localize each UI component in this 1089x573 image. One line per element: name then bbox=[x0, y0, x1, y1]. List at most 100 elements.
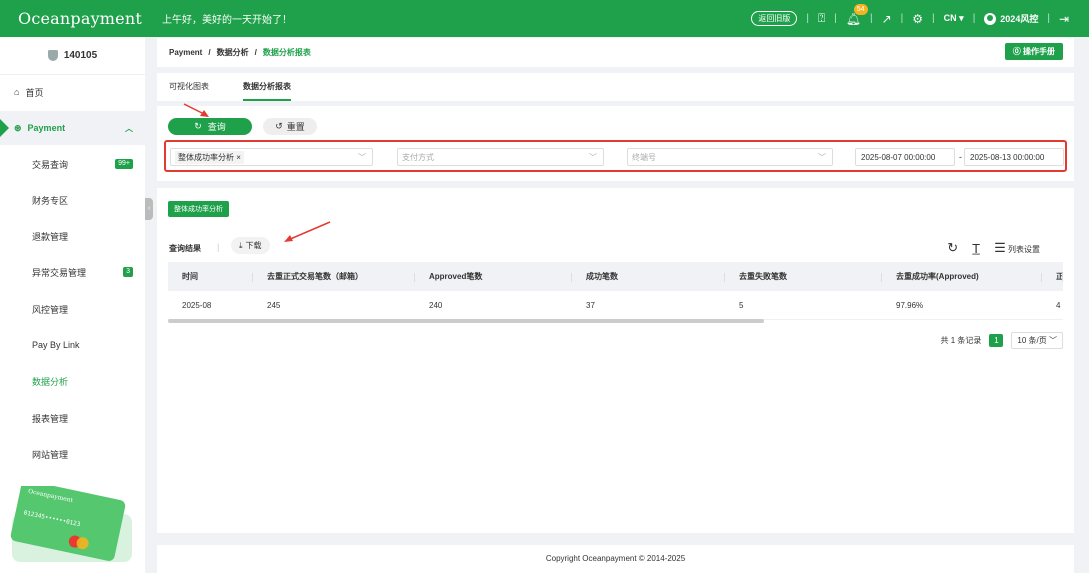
top-right-toolbar: 返回旧版 | ⍰ | 🔔︎ 54 | ↗ | ⚙ | CN ▾ | 2024风控 … bbox=[751, 0, 1069, 37]
breadcrumb-separator: / bbox=[254, 48, 257, 57]
column-header: 去重成功率(Approved) bbox=[882, 271, 1042, 282]
search-panel: ↻ 查询 ↺ 重置 整体成功率分析 × ﹀ 支付方式 ﹀ 终端号 ﹀ 2025-08… bbox=[157, 106, 1074, 181]
help-icon[interactable]: ⍰ bbox=[818, 11, 825, 26]
sidebar-item-data-analysis[interactable]: 数据分析 bbox=[0, 364, 145, 398]
tab-bar: 可视化图表 数据分析报表 bbox=[157, 73, 1074, 101]
footer: Copyright Oceanpayment © 2014-2025 bbox=[157, 545, 1074, 573]
divider: | bbox=[870, 13, 873, 24]
divider: | bbox=[900, 13, 904, 24]
download-button[interactable]: ⤓ 下载 bbox=[231, 237, 270, 254]
collapse-sidebar-button[interactable]: ‹ bbox=[145, 198, 153, 220]
chevron-down-icon: ﹀ bbox=[589, 152, 597, 162]
count-badge: 3 bbox=[123, 267, 133, 277]
tab-report[interactable]: 数据分析报表 bbox=[243, 73, 291, 101]
page-size-select[interactable]: 10 条/页 ﹀ bbox=[1011, 332, 1063, 349]
column-settings-label: 列表设置 bbox=[1008, 245, 1040, 254]
report-type-select[interactable]: 整体成功率分析 × ﹀ bbox=[170, 148, 373, 166]
result-table: 时间 去重正式交易笔数（邮箱） Approved笔数 成功笔数 去重失败笔数 去… bbox=[168, 262, 1063, 320]
top-bar: Oceanpayment 上午好，美好的一天开始了！ 返回旧版 | ⍰ | 🔔︎… bbox=[0, 0, 1089, 37]
sidebar-item-label: 风控管理 bbox=[32, 304, 69, 315]
table-cell: 2025-08 bbox=[182, 300, 212, 310]
end-date-input[interactable]: 2025-08-13 00:00:00 bbox=[964, 148, 1064, 166]
sidebar-item-pay-by-link[interactable]: Pay By Link bbox=[0, 328, 145, 362]
sidebar-item-label: 网站管理 bbox=[32, 449, 69, 460]
sidebar-item-label: 报表管理 bbox=[32, 413, 69, 424]
payment-method-select[interactable]: 支付方式 ﹀ bbox=[397, 148, 604, 166]
account-id: 140105 bbox=[63, 50, 98, 61]
sidebar-item-label: 退款管理 bbox=[32, 231, 69, 242]
sidebar-item-finance[interactable]: 财务专区 bbox=[0, 183, 145, 217]
table-cell: 5 bbox=[739, 300, 744, 310]
table-row[interactable]: 2025-08 245 240 37 5 97.96% 4 bbox=[168, 291, 1063, 320]
user-menu[interactable]: 2024风控 bbox=[984, 12, 1038, 25]
horizontal-scrollbar[interactable] bbox=[168, 319, 764, 323]
manual-button[interactable]: ⓪ 操作手册 bbox=[1004, 43, 1063, 60]
sidebar-item-label: Pay By Link bbox=[32, 340, 80, 350]
logout-icon[interactable]: ⇥ bbox=[1059, 12, 1069, 26]
logo[interactable]: Oceanpayment bbox=[18, 9, 142, 28]
table-header: 时间 去重正式交易笔数（邮箱） Approved笔数 成功笔数 去重失败笔数 去… bbox=[168, 262, 1063, 291]
breadcrumb-item[interactable]: Payment bbox=[169, 48, 202, 57]
sidebar-item-transaction-query[interactable]: 交易查询 99+ bbox=[0, 147, 145, 181]
old-version-button[interactable]: 返回旧版 bbox=[751, 11, 798, 26]
tag-close-icon[interactable]: × bbox=[236, 153, 241, 162]
chevron-up-icon: ︿ bbox=[125, 123, 133, 133]
table-cell: 240 bbox=[429, 300, 443, 310]
result-panel: 整体成功率分析 查询结果 | ⤓ 下载 ↻ T̲ ☰ 列表设置 时间 去重正式交易… bbox=[157, 188, 1074, 533]
text-size-icon[interactable]: T̲ bbox=[972, 241, 980, 256]
table-cell: 97.96% bbox=[896, 300, 924, 310]
avatar bbox=[984, 12, 997, 25]
reset-button[interactable]: ↺ 重置 bbox=[263, 118, 317, 135]
sidebar-item-risk[interactable]: 风控管理 bbox=[0, 292, 145, 326]
date-value: 2025-08-13 00:00:00 bbox=[970, 152, 1045, 162]
start-date-input[interactable]: 2025-08-07 00:00:00 bbox=[855, 148, 955, 166]
divider: | bbox=[217, 242, 220, 252]
page-number[interactable]: 1 bbox=[989, 334, 1004, 347]
gear-icon[interactable]: ⚙ bbox=[912, 12, 923, 26]
reset-icon: ↺ bbox=[275, 121, 283, 131]
table-tools: ↻ T̲ ☰ 列表设置 bbox=[947, 240, 1040, 256]
terminal-select[interactable]: 终端号 ﹀ bbox=[627, 148, 833, 166]
sidebar-item-refund[interactable]: 退款管理 bbox=[0, 219, 145, 253]
language-select[interactable]: CN ▾ bbox=[944, 13, 964, 24]
page-size-label: 10 条/页 bbox=[1017, 336, 1047, 345]
chevron-down-icon: ﹀ bbox=[358, 152, 366, 162]
column-header: Approved笔数 bbox=[415, 271, 572, 282]
divider: | bbox=[1047, 13, 1050, 24]
username: 2024风控 bbox=[1000, 14, 1039, 24]
refresh-icon[interactable]: ↻ bbox=[947, 240, 958, 256]
download-icon: ⤓ bbox=[239, 240, 243, 250]
download-label: 下载 bbox=[245, 241, 262, 250]
total-records: 共 1 条记录 bbox=[940, 336, 982, 345]
placeholder: 终端号 bbox=[632, 152, 656, 162]
column-header: 去重失败笔数 bbox=[725, 271, 882, 282]
table-cell: 4 bbox=[1056, 300, 1061, 310]
tab-charts[interactable]: 可视化图表 bbox=[169, 73, 209, 101]
breadcrumb-item[interactable]: 数据分析 bbox=[217, 47, 249, 58]
sidebar-item-label: Payment bbox=[27, 123, 66, 133]
search-refresh-icon: ↻ bbox=[194, 121, 202, 131]
query-button[interactable]: ↻ 查询 bbox=[168, 118, 252, 135]
sidebar-item-payment[interactable]: ⊛ Payment ︿ bbox=[0, 111, 145, 145]
column-header: 时间 bbox=[168, 271, 253, 282]
credit-card-illustration: Oceanpayment 012345••••••0123 bbox=[10, 486, 132, 562]
sidebar-item-label: 数据分析 bbox=[32, 376, 69, 387]
table-cell: 37 bbox=[586, 300, 595, 310]
report-chip[interactable]: 整体成功率分析 bbox=[168, 201, 229, 217]
selected-tag: 整体成功率分析 × bbox=[175, 150, 244, 164]
column-settings-button[interactable]: ☰ 列表设置 bbox=[994, 240, 1040, 256]
date-value: 2025-08-07 00:00:00 bbox=[861, 152, 936, 162]
account-selector[interactable]: 140105 bbox=[0, 37, 145, 75]
breadcrumb-separator: / bbox=[208, 48, 211, 57]
bell-icon[interactable]: 🔔︎ 54 bbox=[846, 3, 868, 26]
external-link-icon[interactable]: ↗ bbox=[882, 12, 892, 26]
sidebar-item-reports[interactable]: 报表管理 bbox=[0, 401, 145, 435]
sidebar-item-label: 异常交易管理 bbox=[32, 267, 87, 278]
sidebar-item-label: 首页 bbox=[25, 87, 44, 98]
sidebar-item-websites[interactable]: 网站管理 bbox=[0, 437, 145, 471]
greeting-text: 上午好，美好的一天开始了！ bbox=[162, 15, 292, 26]
column-header: 成功笔数 bbox=[572, 271, 725, 282]
breadcrumb-current: 数据分析报表 bbox=[262, 48, 311, 57]
sidebar-item-home[interactable]: ⌂ 首页 bbox=[0, 75, 145, 109]
sidebar-item-abnormal[interactable]: 异常交易管理 3 bbox=[0, 255, 145, 289]
